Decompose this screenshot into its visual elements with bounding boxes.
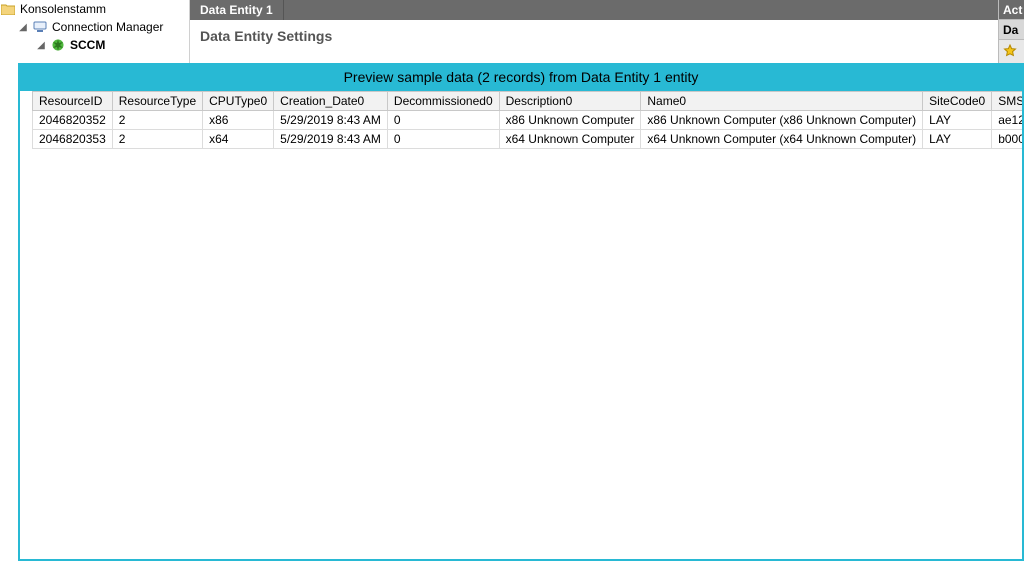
table-row[interactable]: 2046820352 2 x86 5/29/2019 8:43 AM 0 x86…	[33, 111, 1024, 130]
tree-root-item[interactable]: Konsolenstamm	[0, 0, 189, 18]
cell-resourcetype: 2	[112, 130, 202, 149]
cell-resourceid: 2046820352	[33, 111, 113, 130]
tree-sccm-item[interactable]: ◢ SCCM	[0, 36, 189, 54]
tab-data-entity-1[interactable]: Data Entity 1	[190, 0, 284, 20]
tree-connection-manager-label: Connection Manager	[52, 20, 163, 34]
col-header-description0[interactable]: Description0	[499, 92, 641, 111]
cell-description0: x64 Unknown Computer	[499, 130, 641, 149]
tree-connection-manager[interactable]: ◢ Connection Manager	[0, 18, 189, 36]
right-tab-label: Act	[1003, 3, 1022, 17]
cell-cputype0: x64	[203, 130, 274, 149]
cell-name0: x64 Unknown Computer (x64 Unknown Comput…	[641, 130, 923, 149]
cell-smsunique: ae12ae1f-7	[992, 111, 1024, 130]
cell-creationdate0: 5/29/2019 8:43 AM	[274, 130, 388, 149]
cell-creationdate0: 5/29/2019 8:43 AM	[274, 111, 388, 130]
preview-table: ResourceID ResourceType CPUType0 Creatio…	[32, 91, 1024, 149]
table-header-row: ResourceID ResourceType CPUType0 Creatio…	[33, 92, 1024, 111]
col-header-creationdate0[interactable]: Creation_Date0	[274, 92, 388, 111]
tree-sccm-label: SCCM	[70, 38, 105, 52]
cell-decommissioned0: 0	[387, 130, 499, 149]
star-icon[interactable]	[1003, 44, 1020, 58]
tab-label: Data Entity 1	[200, 3, 273, 17]
cell-cputype0: x86	[203, 111, 274, 130]
tab-strip: Data Entity 1	[190, 0, 998, 20]
right-tab-data[interactable]: Da	[999, 20, 1024, 40]
sccm-icon	[50, 37, 66, 53]
col-header-sitecode0[interactable]: SiteCode0	[923, 92, 992, 111]
right-sidebar: Act Da	[998, 0, 1024, 63]
cell-decommissioned0: 0	[387, 111, 499, 130]
cell-name0: x86 Unknown Computer (x86 Unknown Comput…	[641, 111, 923, 130]
settings-title: Data Entity Settings	[200, 28, 332, 55]
col-header-resourcetype[interactable]: ResourceType	[112, 92, 202, 111]
cell-sitecode0: LAY	[923, 111, 992, 130]
right-sidebar-body	[999, 40, 1024, 63]
col-header-resourceid[interactable]: ResourceID	[33, 92, 113, 111]
connection-manager-icon	[32, 19, 48, 35]
preview-titlebar: Preview sample data (2 records) from Dat…	[18, 63, 1024, 91]
col-header-cputype0[interactable]: CPUType0	[203, 92, 274, 111]
table-row[interactable]: 2046820353 2 x64 5/29/2019 8:43 AM 0 x64…	[33, 130, 1024, 149]
cell-resourceid: 2046820353	[33, 130, 113, 149]
cell-smsunique: b000064f-3	[992, 130, 1024, 149]
expander-icon[interactable]: ◢	[36, 40, 46, 50]
tree-root-label: Konsolenstamm	[20, 2, 106, 16]
col-header-name0[interactable]: Name0	[641, 92, 923, 111]
cell-description0: x86 Unknown Computer	[499, 111, 641, 130]
col-header-decommissioned0[interactable]: Decommissioned0	[387, 92, 499, 111]
preview-title-text: Preview sample data (2 records) from Dat…	[344, 69, 699, 85]
tree-panel: Konsolenstamm ◢ Connection Manager ◢	[0, 0, 190, 63]
expander-icon[interactable]: ◢	[18, 22, 28, 32]
cell-sitecode0: LAY	[923, 130, 992, 149]
right-tab-actions[interactable]: Act	[999, 0, 1024, 20]
cell-resourcetype: 2	[112, 111, 202, 130]
content-area: Data Entity Settings	[190, 20, 998, 63]
col-header-smsunique[interactable]: SMS_Uniqu	[992, 92, 1024, 111]
right-tab-label: Da	[1003, 23, 1018, 37]
main-area: Data Entity 1 Data Entity Settings Act D…	[190, 0, 1024, 63]
folder-icon	[0, 1, 16, 17]
preview-window: ResourceID ResourceType CPUType0 Creatio…	[18, 91, 1024, 561]
